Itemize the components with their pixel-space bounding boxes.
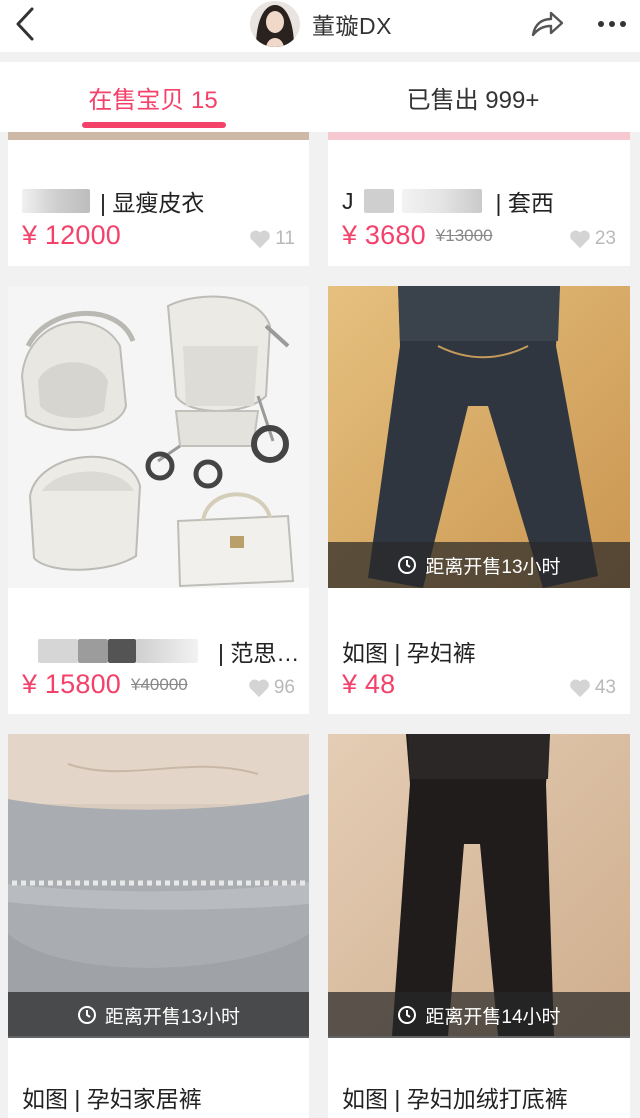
product-title: 如图 | 孕妇加绒打底裤 [342, 1080, 568, 1114]
product-card[interactable]: | 范思… ¥ 15800 ¥40000 96 [8, 286, 309, 714]
product-title-prefix: J [342, 187, 354, 214]
avatar[interactable] [250, 1, 300, 47]
active-tab-indicator [82, 122, 226, 128]
product-title-text: 如图 | 孕妇加绒打底裤 [342, 1086, 568, 1112]
countdown-text: 距离开售14小时 [425, 1006, 561, 1028]
tab-bar: 在售宝贝 15 已售出 999+ [0, 62, 640, 132]
likes[interactable]: 23 [569, 228, 616, 250]
more-options-icon[interactable] [592, 8, 632, 40]
likes-count: 11 [275, 228, 295, 249]
back-arrow-icon[interactable] [8, 4, 42, 44]
blurred-text [363, 189, 394, 213]
likes[interactable]: 96 [248, 677, 295, 699]
product-card[interactable]: 距离开售13小时 如图 | 孕妇裤 ¥ 48 43 [328, 286, 630, 714]
heart-icon [570, 679, 590, 698]
product-title-text: | 显瘦皮衣 [100, 190, 205, 216]
product-title-text: 如图 | 孕妇裤 [342, 640, 476, 666]
price: ¥ 48 [342, 669, 396, 699]
clock-icon [398, 556, 417, 574]
product-title-text: | 套西 [495, 190, 554, 216]
original-price: ¥13000 [435, 225, 493, 245]
product-title-text: | 范思… [218, 640, 300, 666]
original-price: ¥40000 [131, 674, 188, 694]
heart-icon [570, 230, 590, 249]
blurred-text [78, 639, 108, 663]
blurred-text [108, 639, 136, 663]
top-bar: 董璇DX [0, 0, 640, 52]
tab-sold[interactable]: 已售出 999+ [306, 62, 640, 132]
product-card[interactable]: J | 套西 ¥ 3680 ¥13000 23 [328, 132, 630, 266]
product-image [328, 734, 630, 1036]
countdown-banner: 距离开售14小时 [328, 992, 630, 1038]
product-title: J | 套西 [342, 184, 554, 218]
countdown-banner: 距离开售13小时 [328, 542, 630, 588]
product-card[interactable]: | 显瘦皮衣 ¥ 12000 11 [8, 132, 309, 266]
product-title: | 显瘦皮衣 [22, 184, 204, 218]
blurred-text [38, 639, 78, 663]
profile[interactable]: 董璇DX [250, 0, 392, 48]
likes-count: 96 [273, 677, 295, 698]
product-title: 如图 | 孕妇家居裤 [22, 1080, 202, 1114]
countdown-text: 距离开售13小时 [104, 1006, 241, 1028]
share-icon[interactable] [527, 6, 567, 42]
product-title: 如图 | 孕妇裤 [342, 634, 476, 668]
product-image [328, 132, 630, 140]
product-image [8, 132, 309, 140]
product-image [8, 734, 309, 1036]
product-title: | 范思… [22, 634, 299, 668]
clock-icon [398, 1006, 417, 1024]
heart-icon [250, 230, 271, 249]
price: ¥ 12000 [22, 220, 121, 250]
price: ¥ 15800 [22, 669, 121, 699]
heart-icon [249, 679, 269, 698]
product-card[interactable]: 距离开售13小时 如图 | 孕妇家居裤 [8, 734, 309, 1118]
clock-icon [77, 1006, 96, 1024]
likes-count: 43 [594, 677, 616, 698]
blurred-text [136, 639, 198, 663]
countdown-banner: 距离开售13小时 [8, 992, 309, 1038]
product-card[interactable]: 距离开售14小时 如图 | 孕妇加绒打底裤 [328, 734, 630, 1118]
likes-count: 23 [594, 228, 616, 249]
price: ¥ 3680 [342, 220, 426, 250]
countdown-text: 距离开售13小时 [425, 556, 561, 578]
blurred-text [22, 189, 90, 213]
username: 董璇DX [312, 13, 392, 39]
blurred-text [401, 189, 482, 213]
product-image [8, 286, 309, 588]
likes[interactable]: 11 [249, 228, 295, 250]
likes[interactable]: 43 [569, 677, 616, 699]
product-title-text: 如图 | 孕妇家居裤 [22, 1086, 202, 1112]
